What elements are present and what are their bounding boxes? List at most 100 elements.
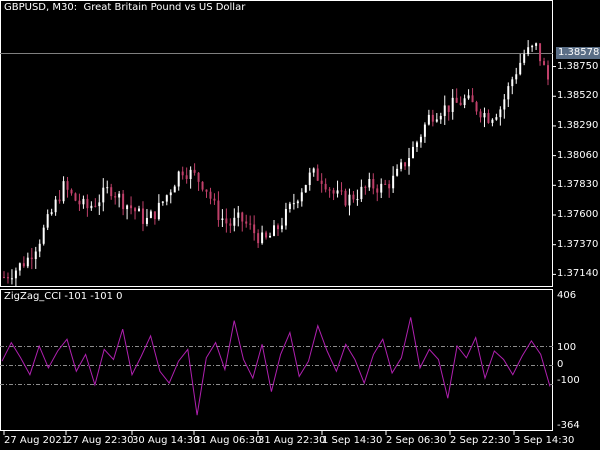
candle <box>499 106 502 126</box>
candle <box>54 195 57 216</box>
candle <box>332 187 335 201</box>
candle <box>161 201 164 206</box>
candle <box>483 107 486 128</box>
candle <box>257 229 260 248</box>
candle <box>82 195 85 209</box>
candle <box>459 96 462 106</box>
candle <box>356 189 359 206</box>
candle <box>280 217 283 233</box>
candle <box>408 147 411 175</box>
candle <box>118 190 121 208</box>
candle <box>344 188 347 207</box>
candle <box>443 95 446 125</box>
time-axis-label: 1 Sep 14:30 <box>322 435 383 446</box>
candle <box>519 53 522 76</box>
candle <box>58 190 61 204</box>
candle <box>145 208 148 227</box>
candle <box>106 180 109 194</box>
time-axis-label: 27 Aug 22:30 <box>66 435 134 446</box>
symbol-description: Great Britain Pound vs US Dollar <box>83 2 246 13</box>
candle <box>249 215 252 230</box>
time-axis-label: 31 Aug 22:30 <box>258 435 326 446</box>
candle <box>340 182 343 196</box>
candle <box>372 173 375 195</box>
candle <box>292 193 295 210</box>
candle <box>328 187 331 198</box>
time-axis-label: 27 Aug 2021 <box>4 435 69 446</box>
candle <box>149 209 152 219</box>
candle <box>50 208 53 216</box>
candle <box>431 109 434 127</box>
candle <box>360 179 363 202</box>
candle <box>90 201 93 211</box>
price-axis-label: 1.38290 <box>557 119 599 131</box>
candle <box>74 192 77 202</box>
price-axis-label: 1.37830 <box>557 179 599 191</box>
candle <box>276 223 279 236</box>
current-price-tag: 1.38578 <box>556 47 600 59</box>
candle <box>535 42 538 50</box>
candle <box>229 218 232 233</box>
candle <box>86 194 89 217</box>
candle <box>451 89 454 120</box>
candle <box>547 60 549 86</box>
candle <box>153 211 156 225</box>
candle <box>411 141 414 159</box>
candle <box>38 239 41 258</box>
cci-line <box>1 317 551 416</box>
chart-canvas[interactable] <box>0 0 600 450</box>
candle <box>531 44 534 52</box>
candle <box>102 178 105 212</box>
indicator-axis-label: 0 <box>557 358 564 370</box>
candle <box>138 205 141 212</box>
candle <box>435 113 438 123</box>
candle <box>296 199 299 209</box>
candle <box>400 158 403 172</box>
candle <box>265 230 268 240</box>
candle <box>523 49 526 66</box>
candle <box>511 76 514 95</box>
candle <box>384 179 387 185</box>
symbol-timeframe: GBPUSD, M30: <box>4 2 78 13</box>
candle <box>396 164 399 177</box>
candle <box>66 176 69 198</box>
candle <box>233 208 236 232</box>
candle <box>487 109 490 124</box>
candle <box>3 271 5 279</box>
candle <box>316 164 319 182</box>
candle <box>185 167 188 184</box>
candle <box>173 184 176 193</box>
candle <box>415 140 418 152</box>
main-chart-frame <box>0 0 553 287</box>
candle <box>467 89 470 100</box>
candle <box>213 193 216 205</box>
candle <box>10 269 13 285</box>
time-axis-label: 3 Sep 14:30 <box>514 435 575 446</box>
candle <box>126 204 129 220</box>
candle <box>253 215 256 241</box>
candle <box>288 201 291 213</box>
candle <box>18 262 21 276</box>
candle <box>376 184 379 202</box>
candle <box>22 256 25 268</box>
candle <box>6 272 9 284</box>
candle <box>463 94 466 109</box>
candle <box>98 194 101 215</box>
chart-title: GBPUSD, M30: Great Britain Pound vs US D… <box>4 2 245 14</box>
candle <box>141 201 144 232</box>
candle <box>14 267 17 287</box>
candle <box>475 100 478 115</box>
candle <box>273 220 276 237</box>
candle <box>368 172 371 191</box>
indicator-frame <box>0 289 553 431</box>
candle <box>169 189 172 204</box>
candle <box>427 109 430 126</box>
candle <box>34 246 37 269</box>
candle <box>205 189 208 198</box>
candle <box>70 188 73 196</box>
candle <box>503 94 506 119</box>
candle <box>114 192 117 205</box>
time-axis-label: 2 Sep 22:30 <box>450 435 511 446</box>
indicator-axis-label: -364 <box>557 420 580 431</box>
candle <box>46 209 49 231</box>
